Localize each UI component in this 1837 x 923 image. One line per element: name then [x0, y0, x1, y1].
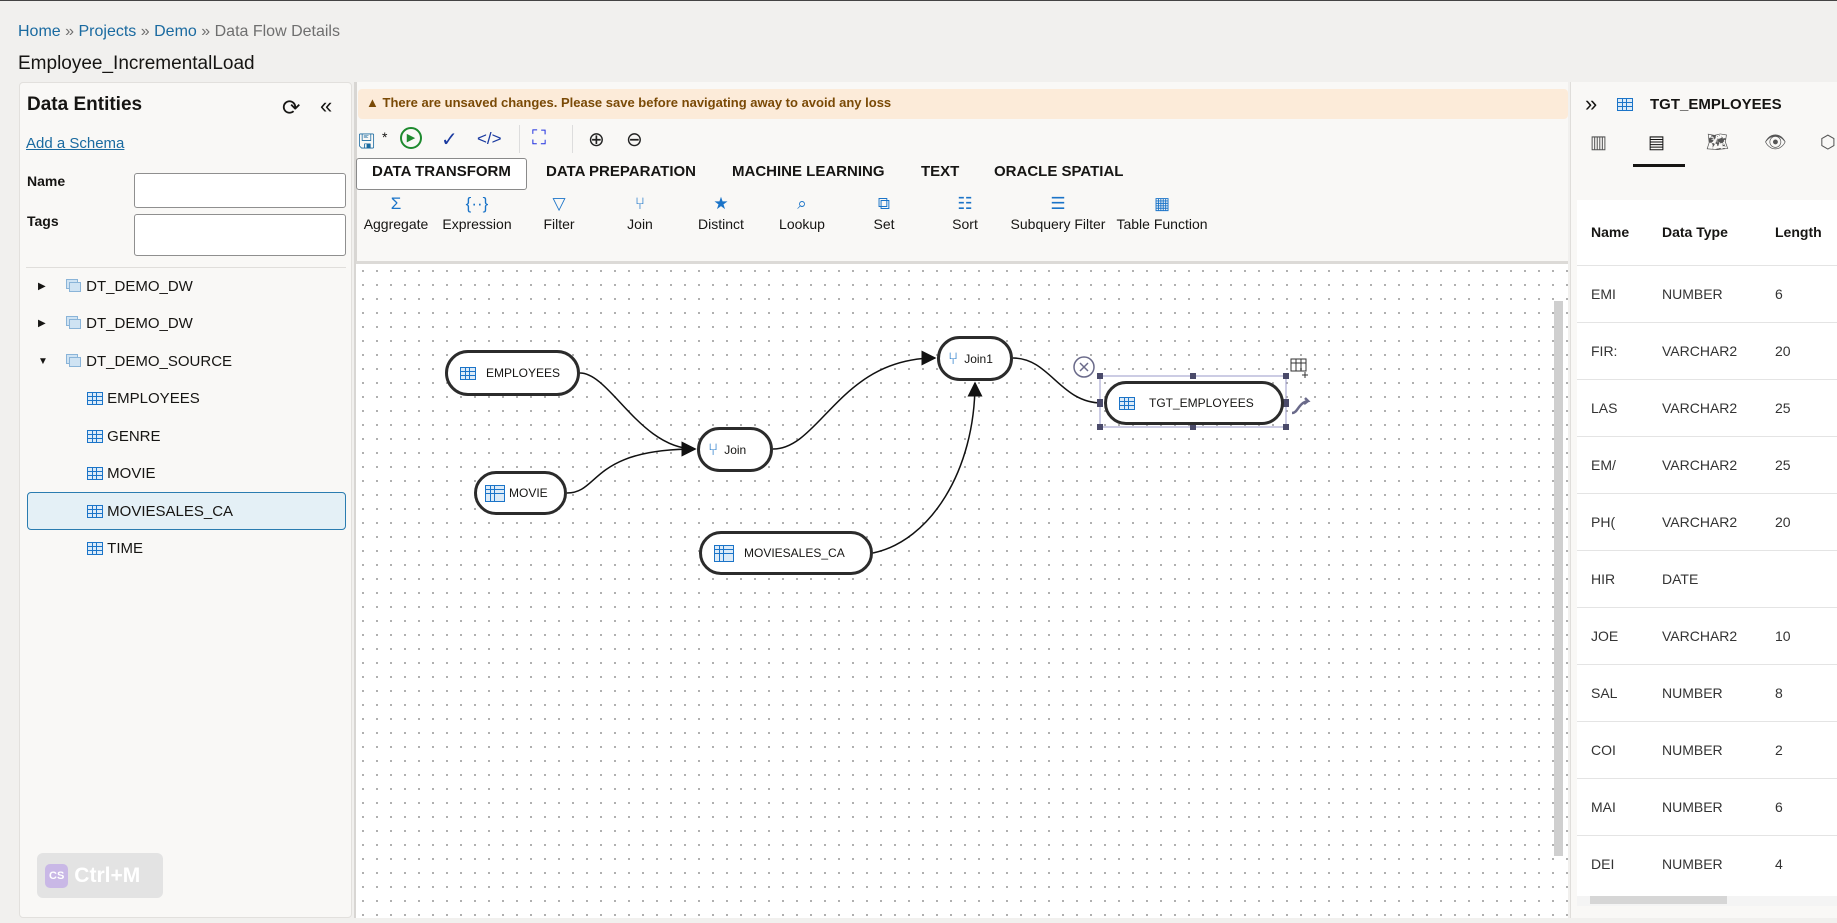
expand-right-icon[interactable]: »	[1585, 91, 1597, 117]
cell-length: 20	[1775, 514, 1791, 530]
cell-data-type: VARCHAR2	[1662, 628, 1738, 644]
cell-length: 8	[1775, 685, 1783, 701]
horizontal-scrollbar[interactable]	[1577, 896, 1837, 906]
cell-data-type: NUMBER	[1662, 742, 1723, 758]
table-row[interactable]: SAL NUMBER 8	[1577, 664, 1837, 721]
edges-layer	[566, 350, 1311, 554]
cell-name: DEI	[1591, 856, 1615, 872]
cell-name: EM/	[1591, 457, 1616, 473]
delete-node-icon	[1073, 356, 1095, 378]
node-join[interactable]: ⑂ Join	[697, 427, 773, 472]
scrollbar-thumb[interactable]	[1590, 896, 1727, 904]
cell-length: 20	[1775, 343, 1791, 359]
edge-movie-join	[566, 441, 697, 494]
table-row[interactable]: FIR: VARCHAR2 20	[1577, 322, 1837, 379]
cell-name: LAS	[1591, 400, 1618, 416]
cell-name: FIR:	[1591, 343, 1618, 359]
table-icon	[1617, 98, 1633, 111]
active-tab-underline	[1633, 164, 1685, 167]
cell-data-type: VARCHAR2	[1662, 400, 1738, 416]
node-label: MOVIE	[509, 486, 548, 500]
properties-title: TGT_EMPLOYEES	[1650, 96, 1782, 113]
tab-map-icon[interactable]: 🗺	[1706, 132, 1729, 153]
edge-employees-join	[579, 372, 697, 457]
column-header-length[interactable]: Length	[1775, 224, 1822, 240]
table-row[interactable]: LAS VARCHAR2 25	[1577, 379, 1837, 436]
join-icon: ⑂	[708, 439, 719, 459]
column-header-data-type[interactable]: Data Type	[1662, 224, 1728, 240]
cell-name: MAI	[1591, 799, 1616, 815]
node-moviesales-ca[interactable]: MOVIESALES_CA	[699, 531, 873, 575]
cell-length: 25	[1775, 400, 1791, 416]
tab-preview-icon[interactable]: 👁	[1764, 132, 1787, 153]
cell-name: HIR	[1591, 571, 1616, 587]
table-row[interactable]: EM/VARCHAR2 25	[1577, 436, 1837, 493]
cell-length: 6	[1775, 286, 1783, 302]
node-label: EMPLOYEES	[486, 366, 561, 380]
cell-data-type: DATE	[1662, 571, 1699, 587]
table-row[interactable]: DEI NUMBER 4	[1577, 835, 1837, 892]
cell-name: COI	[1591, 742, 1616, 758]
cell-length: 25	[1775, 457, 1791, 473]
tab-attributes-icon[interactable]: ▤	[1648, 132, 1665, 153]
connect-arrow-icon	[1291, 397, 1311, 415]
table-row[interactable]: MAI NUMBER 6	[1577, 778, 1837, 835]
node-label: Join	[724, 442, 747, 457]
node-employees[interactable]: EMPLOYEES	[445, 350, 580, 396]
cell-data-type: VARCHAR2	[1662, 343, 1738, 359]
cell-data-type: VARCHAR2	[1662, 514, 1738, 530]
table-icon	[1119, 396, 1135, 410]
table-row[interactable]: JOE VARCHAR2 10	[1577, 607, 1837, 664]
cell-name: EMI	[1591, 286, 1616, 302]
cell-data-type: NUMBER	[1662, 286, 1723, 302]
cell-length: 4	[1775, 856, 1783, 872]
node-label: TGT_EMPLOYEES	[1149, 396, 1254, 410]
join-icon: ⑂	[948, 348, 959, 368]
cell-length: 6	[1775, 799, 1783, 815]
cell-data-type: NUMBER	[1662, 685, 1723, 701]
table-icon	[714, 544, 734, 562]
cell-name: SAL	[1591, 685, 1618, 701]
tab-general-icon[interactable]: ▥	[1590, 132, 1607, 153]
table-row[interactable]: EMI NUMBER 6	[1577, 265, 1837, 322]
add-columns-icon	[1290, 358, 1308, 378]
table-icon	[460, 366, 476, 380]
cell-length: 2	[1775, 742, 1783, 758]
table-row[interactable]: PH( VARCHAR2 20	[1577, 493, 1837, 550]
cell-name: JOE	[1591, 628, 1619, 644]
table-row[interactable]: HIR DATE	[1577, 550, 1837, 607]
node-label: MOVIESALES_CA	[744, 546, 845, 560]
cell-name: PH(	[1591, 514, 1616, 530]
cell-length: 10	[1775, 628, 1791, 644]
node-movie[interactable]: MOVIE	[474, 471, 567, 515]
cell-data-type: NUMBER	[1662, 799, 1723, 815]
column-header-name[interactable]: Name	[1591, 224, 1629, 240]
table-icon	[485, 484, 505, 502]
cell-data-type: NUMBER	[1662, 856, 1723, 872]
node-label: Join1	[964, 351, 993, 366]
edge-join-join1	[772, 350, 937, 450]
cell-data-type: VARCHAR2	[1662, 457, 1738, 473]
node-join1[interactable]: ⑂ Join1	[937, 336, 1013, 381]
table-row[interactable]: COI NUMBER 2	[1577, 721, 1837, 778]
node-tgt-employees[interactable]: TGT_EMPLOYEES	[1104, 381, 1284, 425]
edge-moviesales-join1	[872, 381, 983, 554]
tab-package-icon[interactable]: ⬡	[1820, 132, 1836, 153]
